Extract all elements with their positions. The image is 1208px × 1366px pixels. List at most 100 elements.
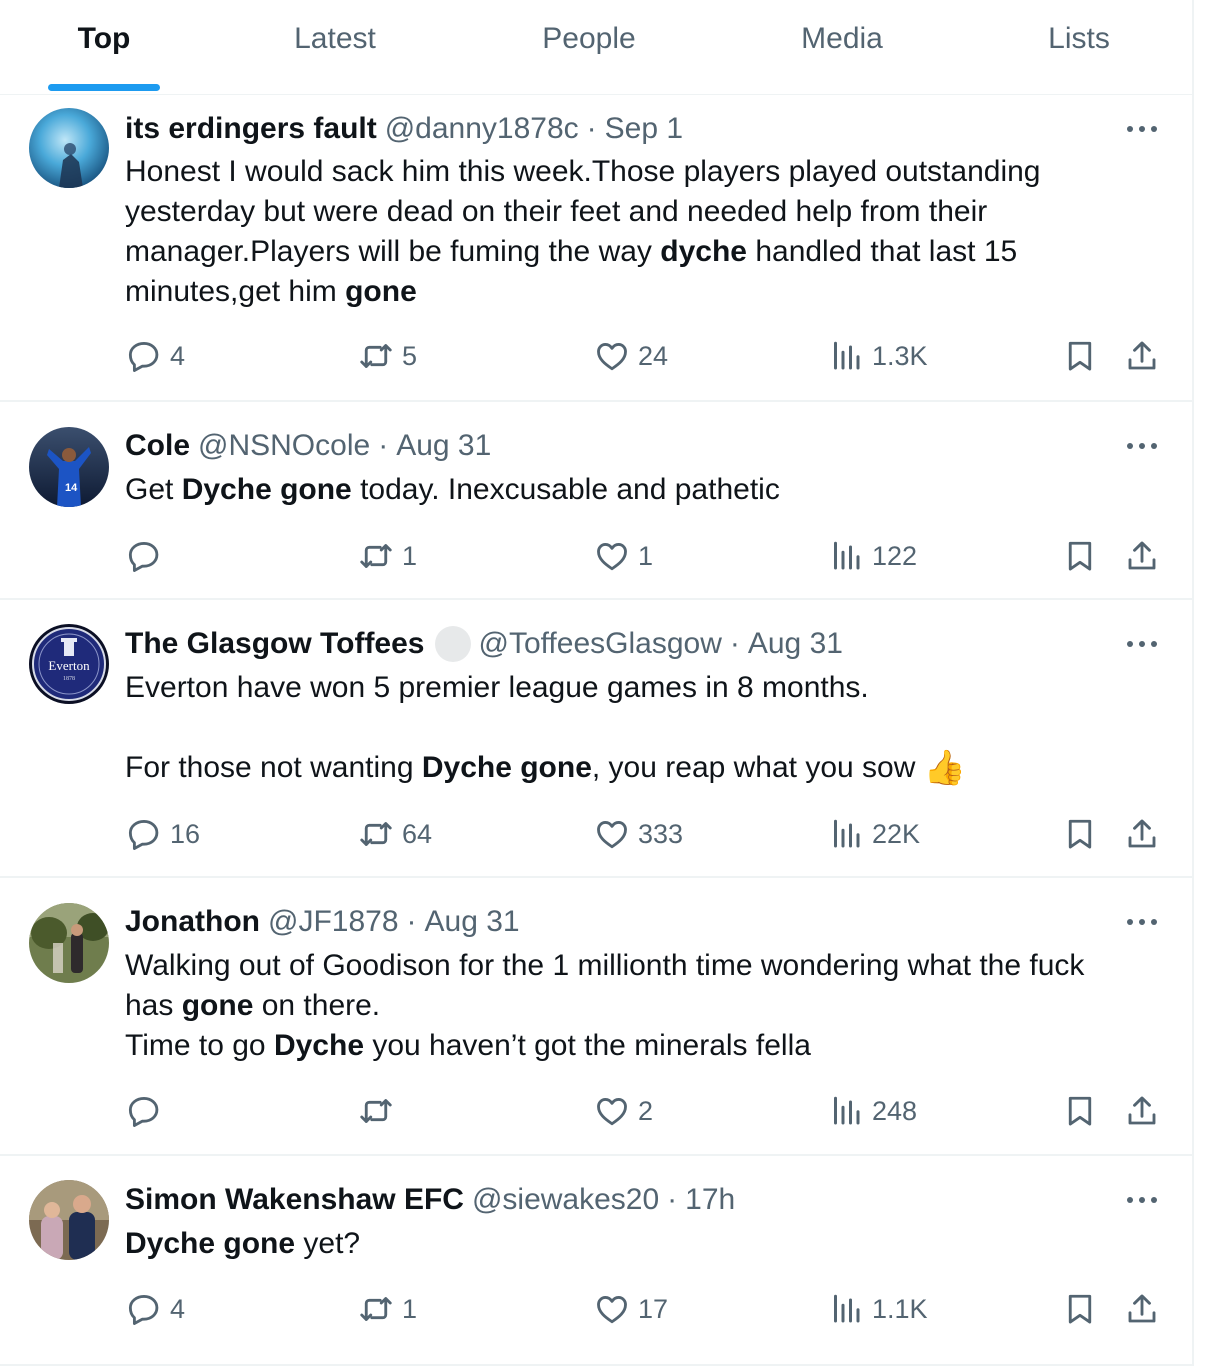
- display-name[interactable]: Jonathon: [125, 905, 260, 939]
- tab-label: Latest: [294, 22, 376, 55]
- tweet-actions: 1 1 122: [0, 536, 1194, 576]
- avatar[interactable]: Everton 1878: [29, 624, 109, 704]
- action-count: 24: [638, 340, 669, 371]
- user-handle[interactable]: @danny1878c: [385, 112, 579, 146]
- reply-button[interactable]: 4: [126, 336, 185, 376]
- separator-dot: ·: [586, 112, 597, 145]
- text-segment: has: [125, 989, 182, 1022]
- bookmark-button[interactable]: [1062, 1091, 1098, 1131]
- like-button[interactable]: 24: [594, 336, 668, 376]
- avatar[interactable]: 14: [29, 427, 109, 507]
- retweet-button[interactable]: [358, 1091, 402, 1131]
- active-tab-indicator: [48, 84, 160, 91]
- tab-people[interactable]: People: [520, 0, 658, 95]
- user-handle[interactable]: @JF1878: [268, 905, 399, 939]
- tweet[interactable]: 14 Cole @NSNOcole · Aug 31 Get Dyche gone tod…: [0, 402, 1194, 600]
- more-dots-icon[interactable]: [1124, 428, 1160, 464]
- tweet-timestamp[interactable]: Sep 1: [605, 112, 683, 146]
- retweet-button[interactable]: 5: [358, 336, 417, 376]
- like-button[interactable]: 1: [594, 536, 653, 576]
- search-term-highlight: dyche: [660, 235, 747, 268]
- reply-button[interactable]: 4: [126, 1289, 185, 1329]
- tweet-text: Honest I would sack him this week.Those …: [125, 152, 1155, 312]
- share-button[interactable]: [1124, 814, 1160, 854]
- user-handle[interactable]: @ToffeesGlasgow: [479, 627, 722, 661]
- tweet-timestamp[interactable]: Aug 31: [396, 429, 491, 463]
- reply-button[interactable]: 16: [126, 814, 200, 854]
- text-segment: Get: [125, 473, 182, 506]
- tweet-actions: 2 248: [0, 1091, 1194, 1131]
- text-segment: today. Inexcusable and pathetic: [351, 473, 780, 506]
- retweet-icon: [358, 1093, 394, 1129]
- bookmark-icon: [1062, 1093, 1098, 1129]
- retweet-button[interactable]: 64: [358, 814, 432, 854]
- views-chart-icon: [828, 1291, 864, 1327]
- display-name[interactable]: Cole: [125, 429, 190, 463]
- heart-icon: [594, 1093, 630, 1129]
- tab-lists[interactable]: Lists: [1030, 0, 1128, 95]
- tweet-timestamp[interactable]: Aug 31: [748, 627, 843, 661]
- views-button[interactable]: 122: [828, 536, 917, 576]
- timeline: Top Latest People Media Lists its erding…: [0, 0, 1194, 1366]
- tweet[interactable]: its erdingers fault @danny1878c · Sep 1 Hone…: [0, 96, 1194, 402]
- text-segment: yesterday but were dead on their feet an…: [125, 195, 988, 228]
- action-count: 4: [170, 1293, 186, 1324]
- bookmark-button[interactable]: [1062, 336, 1098, 376]
- display-name[interactable]: its erdingers fault: [125, 112, 377, 146]
- views-button[interactable]: 1.3K: [828, 336, 928, 376]
- tweet-text: Walking out of Goodison for the 1 millio…: [125, 946, 1155, 1066]
- share-button[interactable]: [1124, 536, 1160, 576]
- reply-button[interactable]: [126, 1091, 170, 1131]
- action-count: 64: [402, 818, 433, 849]
- like-button[interactable]: 2: [594, 1091, 653, 1131]
- tab-top[interactable]: Top: [40, 0, 168, 95]
- views-button[interactable]: 22K: [828, 814, 920, 854]
- reply-icon: [126, 538, 162, 574]
- avatar[interactable]: [29, 1180, 109, 1260]
- reply-button[interactable]: [126, 536, 170, 576]
- text-segment: minutes,get him: [125, 275, 346, 308]
- text-segment: For those not wanting: [125, 751, 422, 784]
- retweet-button[interactable]: 1: [358, 536, 417, 576]
- bookmark-button[interactable]: [1062, 814, 1098, 854]
- user-handle[interactable]: @NSNOcole: [198, 429, 370, 463]
- tweet-text-line: minutes,get him gone: [125, 272, 1155, 312]
- share-icon: [1124, 538, 1160, 574]
- tweet[interactable]: Simon Wakenshaw EFC @siewakes20 · 17h Dyche …: [0, 1156, 1194, 1366]
- user-handle[interactable]: @siewakes20: [472, 1183, 659, 1217]
- tab-media[interactable]: Media: [780, 0, 904, 95]
- text-segment: Walking out of Goodison for the 1 millio…: [125, 949, 1085, 982]
- bookmark-button[interactable]: [1062, 536, 1098, 576]
- share-button[interactable]: [1124, 336, 1160, 376]
- more-dots-icon[interactable]: [1124, 904, 1160, 940]
- tweet[interactable]: Jonathon @JF1878 · Aug 31 Walking out of Goo…: [0, 878, 1194, 1156]
- search-term-highlight: gone: [345, 275, 417, 308]
- retweet-icon: [358, 538, 394, 574]
- tab-latest[interactable]: Latest: [270, 0, 400, 95]
- retweet-button[interactable]: 1: [358, 1289, 417, 1329]
- share-button[interactable]: [1124, 1289, 1160, 1329]
- separator-dot: ·: [729, 627, 740, 660]
- like-button[interactable]: 333: [594, 814, 683, 854]
- more-dots-icon[interactable]: [1124, 111, 1160, 147]
- display-name[interactable]: The Glasgow Toffees: [125, 627, 425, 661]
- avatar[interactable]: [29, 903, 109, 983]
- avatar[interactable]: [29, 108, 109, 188]
- action-count: 5: [402, 340, 418, 371]
- heart-icon: [594, 338, 630, 374]
- tweet-timestamp[interactable]: 17h: [685, 1183, 735, 1217]
- bookmark-button[interactable]: [1062, 1289, 1098, 1329]
- tweet-text-line: Honest I would sack him this week.Those …: [125, 152, 1155, 192]
- like-button[interactable]: 17: [594, 1289, 668, 1329]
- tweet[interactable]: Everton 1878 The Glasgow Toffees @ToffeesGl…: [0, 600, 1194, 878]
- share-button[interactable]: [1124, 1091, 1160, 1131]
- text-segment: manager.Players will be fuming the way: [125, 235, 661, 268]
- views-button[interactable]: 248: [828, 1091, 917, 1131]
- tweet-timestamp[interactable]: Aug 31: [425, 905, 520, 939]
- tweet-text-line: Everton have won 5 premier league games …: [125, 668, 1155, 708]
- more-dots-icon[interactable]: [1124, 1182, 1160, 1218]
- more-dots-icon[interactable]: [1124, 626, 1160, 662]
- display-name[interactable]: Simon Wakenshaw EFC: [125, 1183, 464, 1217]
- views-button[interactable]: 1.1K: [828, 1289, 928, 1329]
- share-icon: [1124, 1291, 1160, 1327]
